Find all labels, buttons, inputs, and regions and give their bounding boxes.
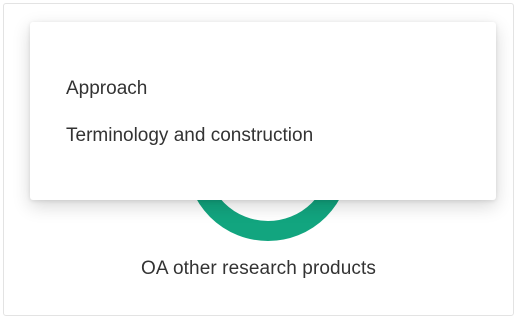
dropdown-menu	[30, 22, 496, 200]
card-caption: OA other research products	[141, 258, 376, 279]
menu-item-terminology-and-construction[interactable]: Terminology and construction	[66, 125, 313, 147]
page: OA other research products Approach Term…	[0, 0, 519, 321]
menu-item-approach[interactable]: Approach	[66, 78, 147, 100]
